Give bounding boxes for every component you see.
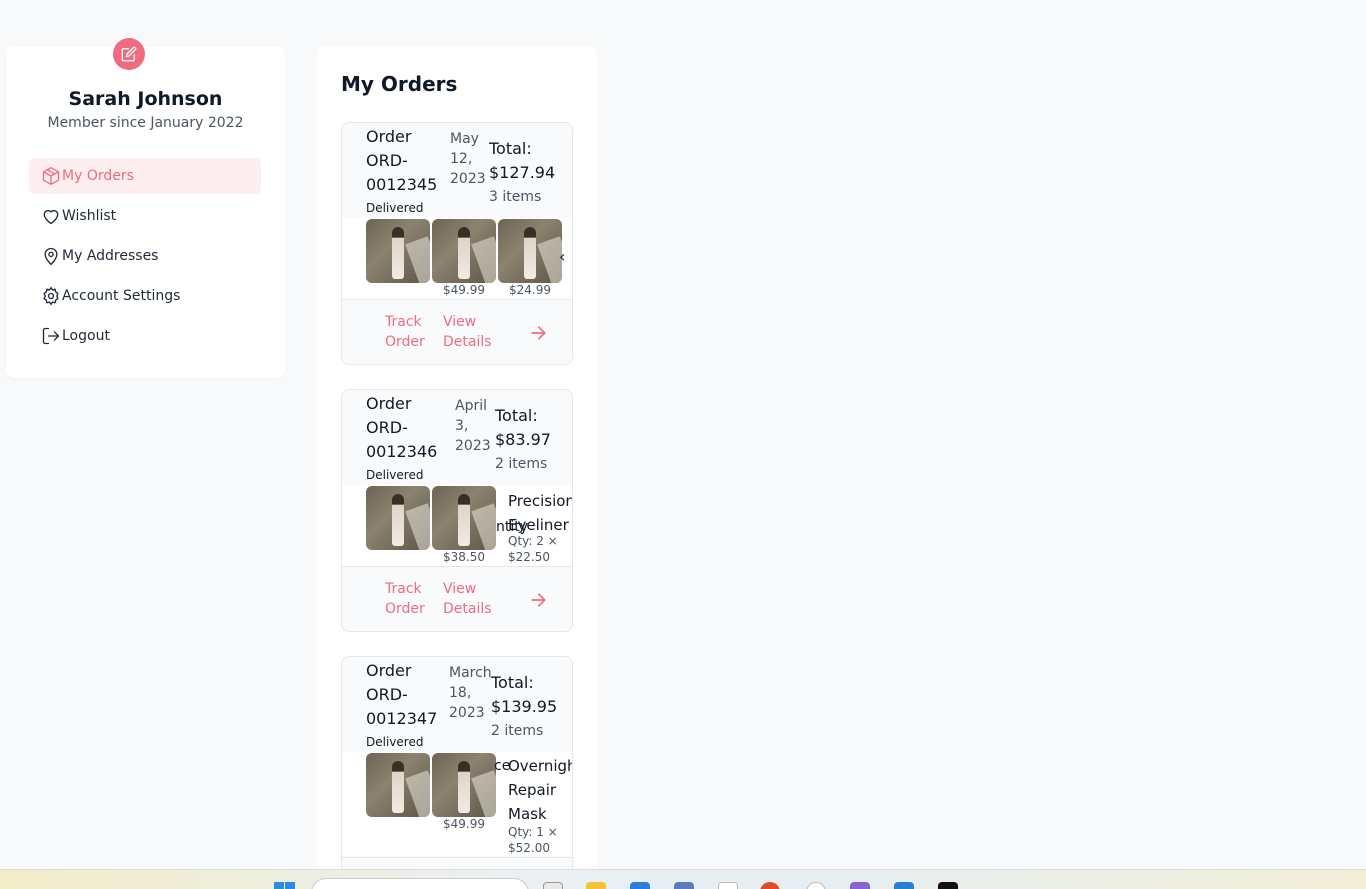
chevron-left-icon[interactable]: ‹ [559,247,565,266]
box-icon [42,167,60,185]
order-actions: Track Order View Details [342,566,572,631]
order-header: Order ORD-0012346 April 3, 2023 Total: $… [342,390,572,486]
sidebar-nav: My Orders Wishlist My Addresses Account … [29,158,261,358]
os-taskbar [0,869,1366,889]
item-price: $38.50 [443,550,485,564]
order-total: Total: $139.95 [491,673,558,716]
status-badge: Delivered [366,735,424,749]
order-item-count: 2 items [491,723,544,739]
sidebar-item-account-settings[interactable]: Account Settings [29,278,261,314]
track-order-link[interactable]: Track Order [385,312,429,352]
track-order-link[interactable]: Track Order [385,579,429,619]
status-badge: Delivered [366,468,424,482]
app-icon[interactable] [674,882,694,889]
order-items-carousel[interactable]: $49.99 ce Overnight Repair Mask Qty: 1 ×… [342,752,572,856]
sidebar-item-addresses[interactable]: My Addresses [29,238,261,274]
order-card: Order ORD-0012347 March 18, 2023 Total: … [341,656,573,889]
profile-sidebar: Sarah Johnson Member since January 2022 … [6,38,285,378]
order-items-carousel[interactable]: $38.50 ntity Precision Eyeliner Qty: 2 ×… [342,485,572,567]
item-quantity: Qty: 2 × $22.50 [508,534,558,564]
order-date: March 18, 2023 [449,665,492,721]
gear-icon [43,286,59,306]
app-icon[interactable] [630,882,650,889]
order-number: Order ORD-0012346 [366,394,438,461]
map-pin-icon [44,247,58,266]
vscode-icon[interactable] [894,882,914,889]
item-price: $49.99 [443,817,485,831]
taskbar-search[interactable] [311,878,529,889]
logout-icon [42,327,60,345]
view-details-link[interactable]: View Details [443,579,493,619]
order-item-count: 2 items [495,456,548,472]
edit-profile-button[interactable] [113,38,145,70]
sidebar-item-my-orders[interactable]: My Orders [29,158,261,194]
arrow-right-icon[interactable] [528,590,548,610]
item-price: $49.99 [443,283,485,297]
task-view-icon[interactable] [543,882,563,889]
page-title: My Orders [341,72,458,96]
member-since: Member since January 2022 [47,115,244,131]
order-total: Total: $83.97 [495,406,551,449]
item-name: Overnight Repair Mask [508,757,572,823]
app-icon[interactable] [850,882,870,889]
order-date: April 3, 2023 [455,398,491,454]
order-date: May 12, 2023 [450,131,486,187]
item-quantity: Qty: 1 × $52.00 [508,825,558,855]
order-header: Order ORD-0012347 March 18, 2023 Total: … [342,657,572,753]
order-number: Order ORD-0012345 [366,127,438,194]
sidebar-item-label: Logout [62,328,110,344]
product-image[interactable] [432,753,496,817]
app-icon[interactable] [938,882,958,889]
sidebar-item-logout[interactable]: Logout [29,318,261,354]
order-number: Order ORD-0012347 [366,661,438,728]
product-image[interactable] [366,753,430,817]
product-image[interactable] [432,219,496,283]
divider [342,857,572,858]
item-price: $24.99 [509,283,551,297]
edit-icon [121,46,137,62]
product-image[interactable] [366,486,430,550]
app-icon[interactable] [806,882,826,889]
sidebar-item-label: My Addresses [62,248,159,264]
file-explorer-icon[interactable] [586,882,606,889]
order-actions: Track Order View Details [342,299,572,364]
orders-panel: My Orders Order ORD-0012345 May 12, 2023… [317,46,597,889]
item-name: Precision Eyeliner [508,492,572,534]
view-details-link[interactable]: View Details [443,312,493,352]
order-items-carousel[interactable]: $49.99 $24.99 ‹ [342,218,572,300]
profile-name: Sarah Johnson [68,88,223,110]
windows-start-icon[interactable] [274,882,296,889]
sidebar-item-label: My Orders [62,168,134,184]
order-card: Order ORD-0012346 April 3, 2023 Total: $… [341,389,573,632]
order-total: Total: $127.94 [489,139,556,182]
sidebar-item-wishlist[interactable]: Wishlist [29,198,261,234]
sidebar-item-label: Wishlist [62,208,117,224]
product-image[interactable] [366,219,430,283]
browser-icon[interactable] [760,882,780,889]
product-image[interactable] [498,219,562,283]
status-badge: Delivered [366,201,424,215]
order-item-count: 3 items [489,189,542,205]
product-image[interactable] [432,486,496,550]
sidebar-item-label: Account Settings [62,288,181,304]
order-card: Order ORD-0012345 May 12, 2023 Total: $1… [341,122,573,365]
app-icon[interactable] [718,882,738,889]
arrow-right-icon[interactable] [528,323,548,343]
order-header: Order ORD-0012345 May 12, 2023 Total: $1… [342,123,572,219]
heart-icon [43,209,59,225]
